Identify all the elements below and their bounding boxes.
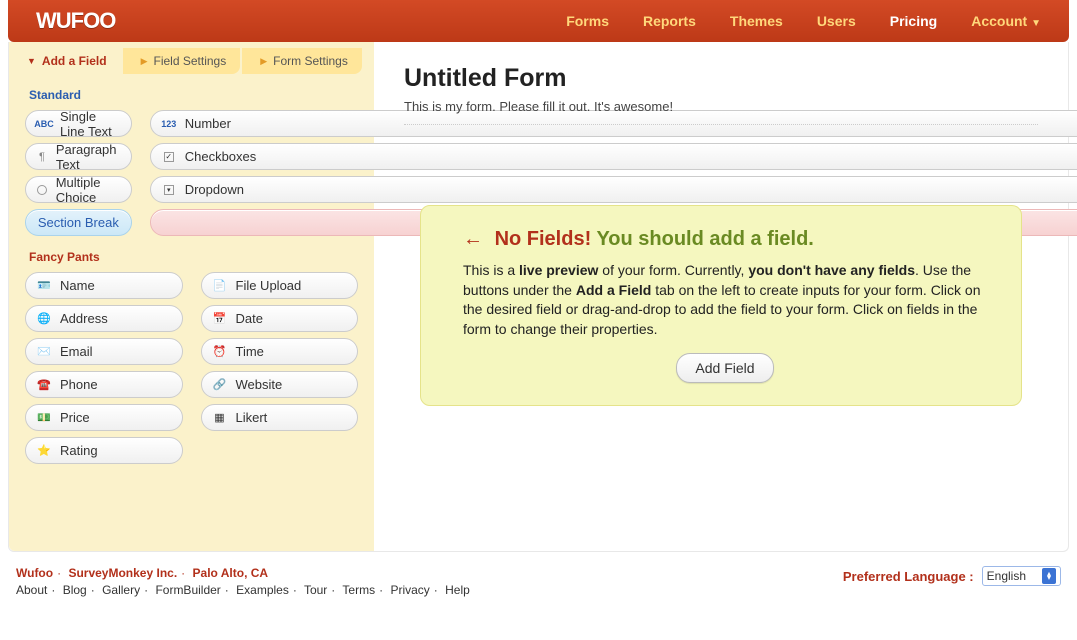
sidebar: ▼Add a Field ▶Field Settings ▶Form Setti… bbox=[9, 42, 374, 551]
field-multiple-choice[interactable]: Multiple Choice bbox=[25, 176, 132, 203]
nav-account[interactable]: Account ▼ bbox=[971, 13, 1041, 29]
field-address[interactable]: 🌐Address bbox=[25, 305, 183, 332]
footer-about[interactable]: About bbox=[16, 583, 47, 597]
field-paragraph-text[interactable]: ¶Paragraph Text bbox=[25, 143, 132, 170]
footer-privacy[interactable]: Privacy bbox=[390, 583, 429, 597]
section-fancy-label: Fancy Pants bbox=[29, 250, 358, 264]
nav-themes[interactable]: Themes bbox=[730, 13, 783, 29]
main: ▼Add a Field ▶Field Settings ▶Form Setti… bbox=[8, 42, 1069, 552]
number-icon: 123 bbox=[161, 116, 177, 132]
add-field-button[interactable]: Add Field bbox=[676, 353, 773, 383]
divider bbox=[404, 124, 1038, 125]
field-date[interactable]: 📅Date bbox=[201, 305, 359, 332]
triangle-right-icon: ▶ bbox=[260, 56, 267, 67]
footer-tour[interactable]: Tour bbox=[304, 583, 327, 597]
field-phone[interactable]: ☎️Phone bbox=[25, 371, 183, 398]
footer-formbuilder[interactable]: FormBuilder bbox=[155, 583, 220, 597]
footer-blog[interactable]: Blog bbox=[63, 583, 87, 597]
footer-right: Preferred Language : English ▴▾ bbox=[843, 566, 1061, 586]
clock-icon: ⏰ bbox=[212, 344, 228, 360]
select-chevron-icon: ▴▾ bbox=[1042, 568, 1056, 584]
callout-heading: ← No Fields! You should add a field. bbox=[463, 228, 987, 251]
sidebar-tabs: ▼Add a Field ▶Field Settings ▶Form Setti… bbox=[9, 48, 374, 74]
form-description[interactable]: This is my form. Please fill it out. It'… bbox=[404, 99, 1038, 114]
triangle-down-icon: ▼ bbox=[27, 56, 36, 66]
topbar: WUFOO Forms Reports Themes Users Pricing… bbox=[8, 0, 1069, 42]
field-single-line-text[interactable]: ABCSingle Line Text bbox=[25, 110, 132, 137]
mail-icon: ✉️ bbox=[36, 344, 52, 360]
footer-surveymonkey[interactable]: SurveyMonkey Inc. bbox=[68, 566, 177, 580]
footer-examples[interactable]: Examples bbox=[236, 583, 289, 597]
globe-icon: 🌐 bbox=[36, 311, 52, 327]
field-email[interactable]: ✉️Email bbox=[25, 338, 183, 365]
callout-body: This is a live preview of your form. Cur… bbox=[463, 261, 987, 339]
standard-fields: ABCSingle Line Text 123Number ¶Paragraph… bbox=[25, 110, 358, 236]
empty-state-callout: ← No Fields! You should add a field. Thi… bbox=[420, 205, 1022, 406]
money-icon: 💵 bbox=[36, 410, 52, 426]
field-time[interactable]: ⏰Time bbox=[201, 338, 359, 365]
id-icon: 🪪 bbox=[36, 278, 52, 294]
top-nav: Forms Reports Themes Users Pricing Accou… bbox=[566, 13, 1041, 29]
field-file-upload[interactable]: 📄File Upload bbox=[201, 272, 359, 299]
phone-icon: ☎️ bbox=[36, 377, 52, 393]
field-price[interactable]: 💵Price bbox=[25, 404, 183, 431]
link-icon: 🔗 bbox=[212, 377, 228, 393]
arrow-left-icon: ← bbox=[463, 228, 483, 250]
field-name[interactable]: 🪪Name bbox=[25, 272, 183, 299]
radio-icon bbox=[36, 182, 48, 198]
section-standard-label: Standard bbox=[29, 88, 358, 102]
field-section-break[interactable]: Section Break bbox=[25, 209, 132, 236]
tab-field-settings[interactable]: ▶Field Settings bbox=[123, 48, 241, 74]
nav-forms[interactable]: Forms bbox=[566, 13, 609, 29]
chevron-down-icon: ▼ bbox=[1031, 18, 1041, 29]
footer: Wufoo· SurveyMonkey Inc.· Palo Alto, CA … bbox=[16, 566, 1061, 597]
footer-help[interactable]: Help bbox=[445, 583, 470, 597]
paragraph-icon: ¶ bbox=[36, 149, 48, 165]
tab-add-field[interactable]: ▼Add a Field bbox=[9, 48, 121, 74]
grid-icon: ▦ bbox=[212, 410, 228, 426]
triangle-right-icon: ▶ bbox=[141, 56, 148, 67]
abc-icon: ABC bbox=[36, 116, 52, 132]
field-website[interactable]: 🔗Website bbox=[201, 371, 359, 398]
language-label: Preferred Language : bbox=[843, 569, 974, 584]
nav-users[interactable]: Users bbox=[817, 13, 856, 29]
footer-wufoo[interactable]: Wufoo bbox=[16, 566, 53, 580]
nav-pricing[interactable]: Pricing bbox=[890, 13, 937, 29]
footer-terms[interactable]: Terms bbox=[342, 583, 375, 597]
logo: WUFOO bbox=[36, 8, 115, 34]
field-likert[interactable]: ▦Likert bbox=[201, 404, 359, 431]
field-rating[interactable]: ⭐Rating bbox=[25, 437, 183, 464]
footer-left: Wufoo· SurveyMonkey Inc.· Palo Alto, CA … bbox=[16, 566, 470, 597]
footer-gallery[interactable]: Gallery bbox=[102, 583, 140, 597]
form-canvas: Untitled Form This is my form. Please fi… bbox=[374, 42, 1068, 551]
checkbox-icon: ✓ bbox=[161, 149, 177, 165]
nav-reports[interactable]: Reports bbox=[643, 13, 696, 29]
file-icon: 📄 bbox=[212, 278, 228, 294]
form-title[interactable]: Untitled Form bbox=[404, 64, 1038, 93]
tab-form-settings[interactable]: ▶Form Settings bbox=[242, 48, 362, 74]
footer-location: Palo Alto, CA bbox=[193, 566, 269, 580]
dropdown-icon: ▾ bbox=[161, 182, 177, 198]
fancy-fields: 🪪Name 📄File Upload 🌐Address 📅Date ✉️Emai… bbox=[25, 272, 358, 464]
star-icon: ⭐ bbox=[36, 443, 52, 459]
calendar-icon: 📅 bbox=[212, 311, 228, 327]
language-select[interactable]: English ▴▾ bbox=[982, 566, 1061, 586]
